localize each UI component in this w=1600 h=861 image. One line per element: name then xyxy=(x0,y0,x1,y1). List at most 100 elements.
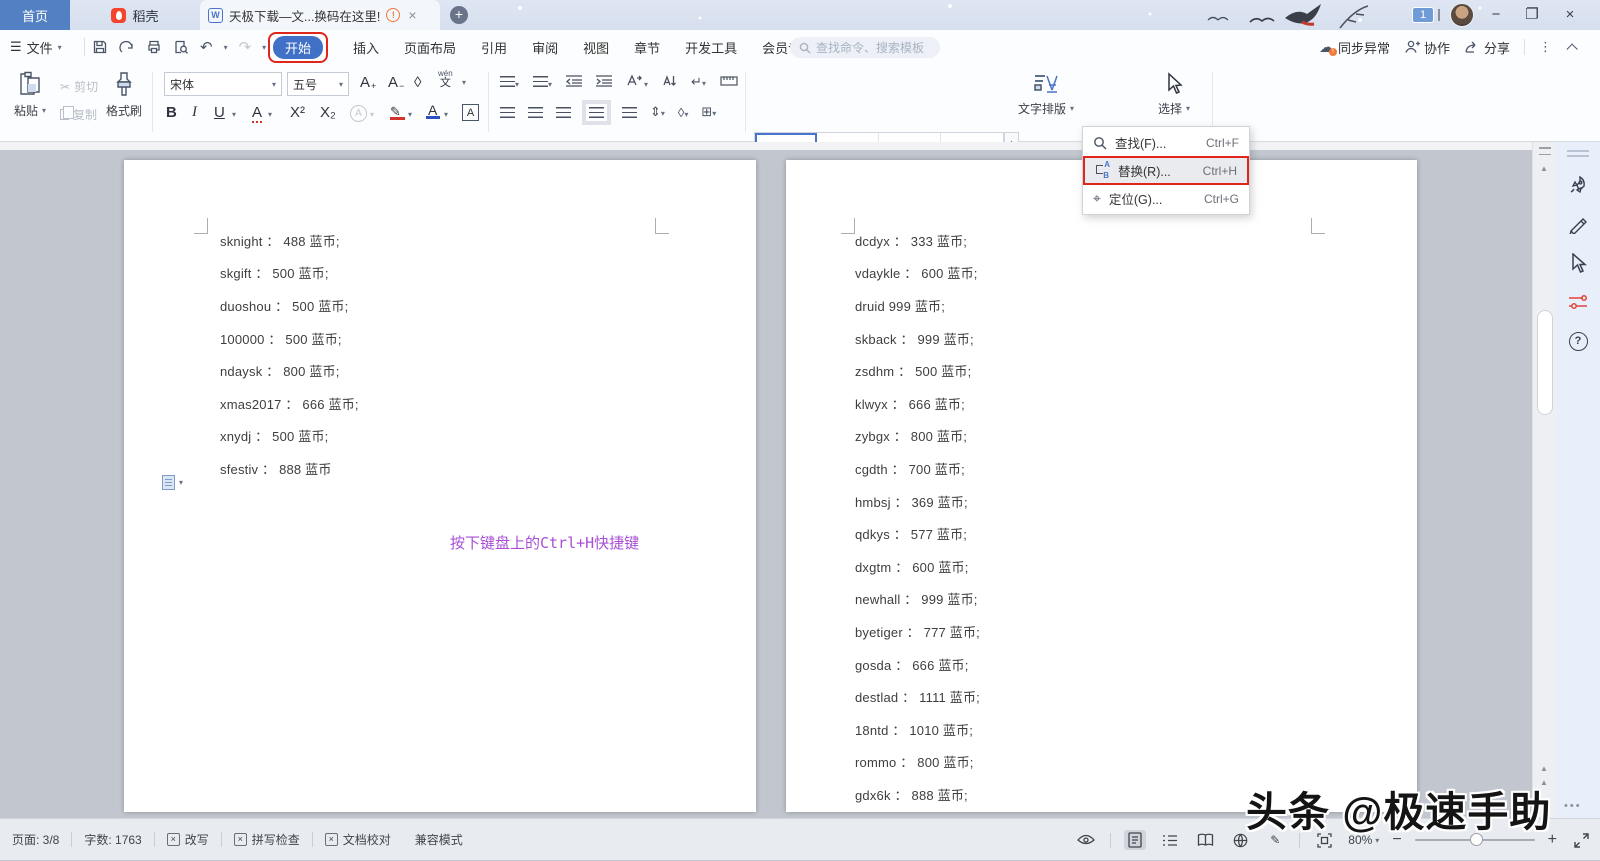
ribbon-tab-references[interactable]: 引用 xyxy=(481,38,507,57)
clear-format-icon[interactable]: ◊ xyxy=(414,74,421,91)
document-page-3[interactable]: sknight ： 488 蓝币; skgift ： 500 蓝币; duosh… xyxy=(124,160,756,812)
ribbon-tab-view[interactable]: 视图 xyxy=(583,38,609,57)
new-tab-button[interactable]: + xyxy=(450,6,468,24)
ribbon-tab-insert[interactable]: 插入 xyxy=(353,38,379,57)
font-color-button[interactable]: A xyxy=(426,102,440,119)
zoom-slider[interactable] xyxy=(1415,839,1535,841)
justify-icon[interactable] xyxy=(589,107,604,118)
select-button[interactable]: 选择▾ xyxy=(1158,72,1190,117)
vertical-scrollbar[interactable]: ▲ ▲ ▲ xyxy=(1532,142,1556,818)
document-canvas[interactable]: sknight ： 488 蓝币; skgift ： 500 蓝币; duosh… xyxy=(0,142,1532,818)
highlight-color-button[interactable]: ✎ xyxy=(390,104,405,120)
more-options-icon[interactable]: ⋮ xyxy=(1539,39,1552,55)
char-style-button[interactable]: A xyxy=(252,104,262,123)
eye-protect-icon[interactable] xyxy=(1075,830,1097,850)
shading-button[interactable]: ◊▾ xyxy=(678,105,688,120)
close-tab-icon[interactable]: × xyxy=(408,7,416,23)
decrease-font-button[interactable]: A− xyxy=(388,74,404,91)
align-left-icon[interactable] xyxy=(500,107,515,118)
select-cursor-icon[interactable] xyxy=(1567,252,1589,274)
spellcheck-toggle[interactable]: ×拼写检查 xyxy=(222,831,312,848)
annotate-pen-icon[interactable] xyxy=(1567,213,1589,235)
notification-badge[interactable]: 1 xyxy=(1412,7,1434,23)
font-size-select[interactable]: 五号▾ xyxy=(287,72,349,96)
char-style-dropdown-icon[interactable]: ▾ xyxy=(268,110,272,119)
proofread-toggle[interactable]: ×文档校对 xyxy=(313,831,403,848)
ruler-toggle-icon[interactable] xyxy=(1539,147,1551,155)
collaborate-button[interactable]: 协作 xyxy=(1404,38,1450,57)
sort-icon[interactable] xyxy=(662,74,677,90)
superscript-button[interactable]: X² xyxy=(290,104,305,121)
show-marks-button[interactable]: ↵▾ xyxy=(691,74,706,90)
bold-button[interactable]: B xyxy=(166,104,177,121)
export-icon[interactable] xyxy=(119,39,135,55)
paste-button[interactable]: 粘贴▾ xyxy=(14,70,46,119)
sync-status[interactable]: ☁! 同步异常 xyxy=(1319,38,1390,57)
menu-item-find[interactable]: 查找(F)... Ctrl+F xyxy=(1083,129,1249,156)
scroll-up-icon[interactable]: ▲ xyxy=(1540,164,1548,173)
bullet-list-button[interactable]: ▾ xyxy=(500,75,519,90)
text-layout-button[interactable]: 文字排版▾ xyxy=(1018,72,1074,117)
undo-dropdown-icon[interactable]: ▾ xyxy=(224,43,228,52)
scrollbar-thumb[interactable] xyxy=(1537,310,1553,415)
ribbon-tab-section[interactable]: 章节 xyxy=(634,38,660,57)
help-icon[interactable]: ? xyxy=(1567,330,1589,352)
underline-dropdown-icon[interactable]: ▾ xyxy=(232,110,236,119)
previous-page-icon[interactable]: ▲ xyxy=(1540,764,1548,773)
tab-docer[interactable]: 稻壳 xyxy=(70,0,200,30)
print-icon[interactable] xyxy=(146,39,162,55)
align-right-icon[interactable] xyxy=(556,107,571,118)
italic-button[interactable]: I xyxy=(192,104,197,121)
underline-button[interactable]: U xyxy=(214,104,225,121)
file-menu[interactable]: ☰ 文件 ▾ xyxy=(10,30,62,64)
align-center-icon[interactable] xyxy=(528,107,543,118)
page-view-icon[interactable] xyxy=(1124,830,1146,850)
pinyin-dropdown-icon[interactable]: ▾ xyxy=(462,78,466,87)
borders-button[interactable]: ⊞▾ xyxy=(701,104,716,120)
font-family-select[interactable]: 宋体▾ xyxy=(164,72,282,96)
ribbon-tab-home[interactable]: 开始 xyxy=(273,36,323,59)
highlight-dropdown-icon[interactable]: ▾ xyxy=(408,110,412,119)
close-window-button[interactable]: × xyxy=(1556,4,1584,26)
overwrite-toggle[interactable]: ×改写 xyxy=(155,831,221,848)
save-icon[interactable] xyxy=(92,39,108,55)
quick-tools-rocket-icon[interactable] xyxy=(1567,174,1589,196)
ribbon-tab-developer[interactable]: 开发工具 xyxy=(685,38,737,57)
subscript-button[interactable]: X₂ xyxy=(320,104,336,121)
ribbon-tab-review[interactable]: 审阅 xyxy=(532,38,558,57)
restore-button[interactable]: ❐ xyxy=(1518,4,1546,26)
font-color-dropdown-icon[interactable]: ▾ xyxy=(444,110,448,119)
quickbar-customize-icon[interactable]: ▾ xyxy=(262,43,266,52)
tab-document[interactable]: W 天极下载—文...换码在这里! ! × xyxy=(200,0,440,30)
distribute-icon[interactable] xyxy=(622,107,637,118)
undo-icon[interactable]: ↶ xyxy=(200,38,213,56)
numbered-list-button[interactable]: ▾ xyxy=(533,75,552,90)
format-painter-button[interactable]: 格式刷 xyxy=(106,70,142,119)
outline-view-icon[interactable] xyxy=(1159,830,1181,850)
line-spacing-button[interactable]: ⇕▾ xyxy=(650,104,665,120)
fullscreen-icon[interactable] xyxy=(1570,830,1592,850)
document-page-4[interactable]: dcdyx ： 333 蓝币; vdaykle ： 600 蓝币; druid … xyxy=(786,160,1417,812)
tab-page-setup-icon[interactable] xyxy=(720,75,738,90)
print-preview-icon[interactable] xyxy=(173,39,189,55)
minimize-button[interactable]: − xyxy=(1482,4,1510,26)
tab-home[interactable]: 首页 xyxy=(0,0,70,30)
read-mode-icon[interactable] xyxy=(1194,830,1216,850)
char-scale-button[interactable]: ▾ xyxy=(626,74,648,90)
character-border-button[interactable]: A xyxy=(462,104,479,121)
menu-item-replace[interactable]: 替换(R)... Ctrl+H xyxy=(1083,156,1249,185)
increase-indent-icon[interactable] xyxy=(596,75,612,90)
paragraph-tool-button[interactable]: ▾ xyxy=(162,475,183,490)
decrease-indent-icon[interactable] xyxy=(566,75,582,90)
menu-item-goto[interactable]: ⌖ 定位(G)... Ctrl+G xyxy=(1083,185,1249,212)
ribbon-tab-page-layout[interactable]: 页面布局 xyxy=(404,38,456,57)
panel-drag-handle[interactable] xyxy=(1567,150,1589,157)
increase-font-button[interactable]: A+ xyxy=(360,74,376,91)
command-search-input[interactable]: 查找命令、搜索模板 xyxy=(790,37,940,58)
collapse-ribbon-icon[interactable] xyxy=(1566,43,1577,54)
pinyin-guide-button[interactable]: wén 文 xyxy=(438,70,453,89)
share-button[interactable]: 分享 xyxy=(1464,38,1510,57)
user-avatar[interactable] xyxy=(1450,3,1474,27)
more-dots-icon[interactable]: ••• xyxy=(1564,800,1582,812)
adjust-sliders-icon[interactable] xyxy=(1567,291,1589,313)
